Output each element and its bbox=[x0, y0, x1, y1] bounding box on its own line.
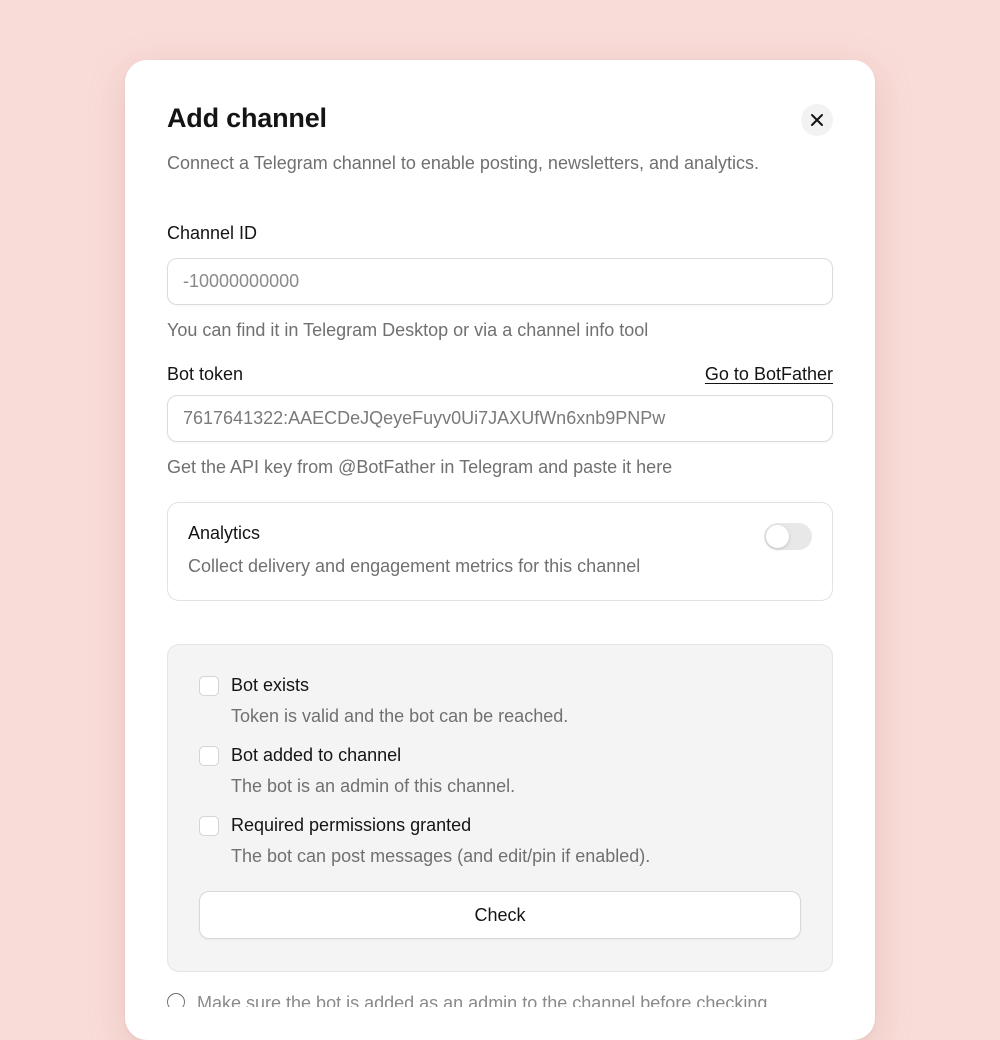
channel-id-hint: You can find it in Telegram Desktop or v… bbox=[167, 320, 649, 340]
checks-panel: Bot exists Token is valid and the bot ca… bbox=[167, 644, 833, 972]
bot-token-input[interactable] bbox=[167, 395, 833, 442]
check-description: The bot can post messages (and edit/pin … bbox=[231, 846, 651, 866]
check-description: The bot is an admin of this channel. bbox=[231, 776, 516, 796]
botfather-link[interactable]: Go to BotFather bbox=[705, 364, 833, 385]
bot-added-checkbox[interactable] bbox=[199, 746, 219, 766]
add-channel-dialog: Add channel Connect a Telegram channel t… bbox=[125, 60, 875, 1040]
bot-token-label: Bot token bbox=[167, 364, 244, 384]
dialog-title: Add channel bbox=[167, 103, 327, 133]
channel-id-input[interactable] bbox=[167, 258, 833, 305]
analytics-card: Analytics Collect delivery and engagemen… bbox=[167, 502, 833, 601]
analytics-description: Collect delivery and engagement metrics … bbox=[188, 556, 641, 576]
close-icon bbox=[811, 114, 823, 126]
info-icon bbox=[167, 993, 185, 1007]
dialog-subtitle: Connect a Telegram channel to enable pos… bbox=[167, 153, 760, 173]
check-label: Required permissions granted bbox=[231, 815, 472, 835]
close-button[interactable] bbox=[801, 104, 833, 136]
bot-exists-checkbox[interactable] bbox=[199, 676, 219, 696]
footer-note-text: Make sure the bot is added as an admin t… bbox=[197, 993, 773, 1007]
bot-token-hint: Get the API key from @BotFather in Teleg… bbox=[167, 457, 673, 477]
check-button[interactable]: Check bbox=[199, 891, 801, 939]
footer-note: Make sure the bot is added as an admin t… bbox=[167, 993, 772, 1007]
analytics-toggle[interactable] bbox=[764, 523, 812, 550]
check-label: Bot exists bbox=[231, 675, 310, 695]
check-label: Bot added to channel bbox=[231, 745, 402, 765]
toggle-knob bbox=[766, 525, 789, 548]
channel-id-label: Channel ID bbox=[167, 223, 258, 243]
check-description: Token is valid and the bot can be reache… bbox=[231, 706, 569, 726]
analytics-title: Analytics bbox=[188, 523, 261, 543]
permissions-checkbox[interactable] bbox=[199, 816, 219, 836]
